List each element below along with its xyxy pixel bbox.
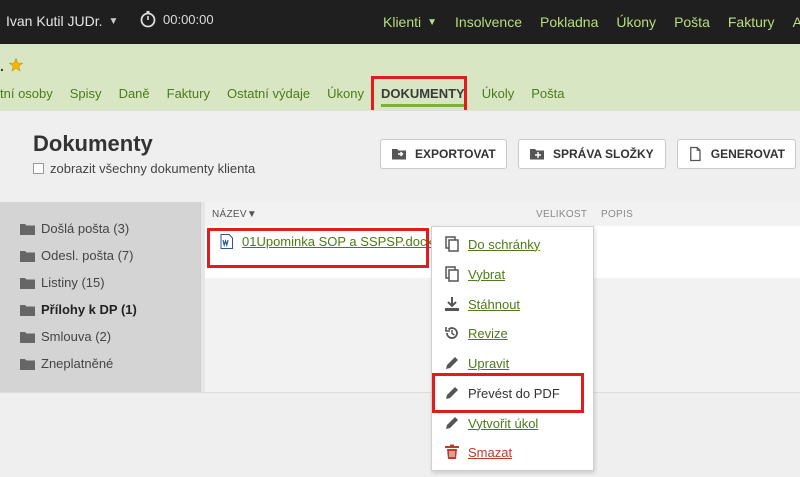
export-label: EXPORTOVAT bbox=[415, 147, 496, 161]
folder-icon bbox=[20, 250, 35, 262]
menu-label: Do schránky bbox=[468, 236, 541, 252]
copy-icon bbox=[445, 266, 459, 282]
menu-item-stahnout[interactable]: Stáhnout bbox=[444, 296, 520, 312]
folder-label: Smlouva (2) bbox=[41, 329, 112, 344]
menu-item-vytvorit-ukol[interactable]: Vytvořit úkol bbox=[444, 415, 538, 431]
folder-dosla-posta[interactable]: Došlá pošta (3) bbox=[20, 221, 129, 236]
generate-button[interactable]: GENEROVAT bbox=[677, 139, 796, 169]
folder-manage-label: SPRÁVA SLOŽKY bbox=[553, 147, 654, 161]
export-button[interactable]: EXPORTOVAT bbox=[380, 139, 507, 169]
generate-label: GENEROVAT bbox=[710, 147, 785, 161]
folder-icon bbox=[20, 304, 35, 316]
client-name: . bbox=[0, 58, 4, 74]
context-menu: Do schránky Vybrat Stáhnout Revize Uprav… bbox=[431, 226, 594, 471]
folder-zneplatnene[interactable]: Zneplatněné bbox=[20, 356, 113, 371]
nav-label: Klienti bbox=[383, 14, 422, 30]
client-tabs: tní osoby Spisy Daně Faktury Ostatní výd… bbox=[0, 86, 582, 107]
tab-posta[interactable]: Pošta bbox=[531, 86, 564, 101]
menu-item-upravit[interactable]: Upravit bbox=[444, 355, 509, 371]
folder-icon bbox=[20, 331, 35, 343]
menu-item-do-schranky[interactable]: Do schránky bbox=[444, 236, 540, 252]
page-title: Dokumenty bbox=[33, 131, 153, 156]
menu-item-revize[interactable]: Revize bbox=[444, 325, 508, 341]
nav-posta[interactable]: Pošta bbox=[674, 14, 710, 30]
timer[interactable]: 00:00:00 bbox=[139, 10, 214, 28]
pencil-icon bbox=[446, 417, 458, 429]
nav-insolvence[interactable]: Insolvence bbox=[455, 14, 522, 30]
tab-ukoly[interactable]: Úkoly bbox=[482, 86, 515, 101]
folder-icon bbox=[20, 358, 35, 370]
user-name: Ivan Kutil JUDr. bbox=[6, 13, 103, 29]
tab-ukony[interactable]: Úkony bbox=[327, 86, 364, 101]
folder-label: Listiny (15) bbox=[41, 275, 105, 290]
folder-icon bbox=[20, 223, 35, 235]
folder-label: Odesl. pošta (7) bbox=[41, 248, 134, 263]
folder-odesl-posta[interactable]: Odesl. pošta (7) bbox=[20, 248, 134, 263]
top-bar: Ivan Kutil JUDr. ▼ 00:00:00 Klienti ▼ Ins… bbox=[0, 0, 800, 44]
chevron-down-icon: ▼ bbox=[108, 15, 119, 27]
tab-spisy[interactable]: Spisy bbox=[70, 86, 102, 101]
menu-item-vybrat[interactable]: Vybrat bbox=[444, 266, 505, 282]
menu-label: Revize bbox=[468, 325, 508, 341]
folder-export-icon bbox=[392, 149, 406, 160]
folder-label: Přílohy k DP (1) bbox=[41, 302, 137, 317]
folder-listiny[interactable]: Listiny (15) bbox=[20, 275, 105, 290]
sort-down-icon: ▼ bbox=[246, 209, 258, 220]
user-menu[interactable]: Ivan Kutil JUDr. ▼ bbox=[6, 13, 118, 29]
menu-label: Upravit bbox=[468, 355, 510, 371]
tab-faktury[interactable]: Faktury bbox=[167, 86, 210, 101]
clipboard-icon bbox=[445, 236, 459, 252]
nav-faktury[interactable]: Faktury bbox=[728, 14, 775, 30]
checkbox[interactable] bbox=[33, 163, 44, 174]
star-icon[interactable] bbox=[9, 58, 23, 72]
folder-sidebar: Došlá pošta (3) Odesl. pošta (7) Listiny… bbox=[0, 202, 200, 392]
folder-label: Zneplatněné bbox=[41, 356, 114, 371]
column-header-name[interactable]: NÁZEV▼ bbox=[212, 209, 257, 220]
download-icon bbox=[445, 297, 459, 311]
nav-klienti[interactable]: Klienti ▼ bbox=[383, 14, 437, 30]
folder-manage-button[interactable]: SPRÁVA SLOŽKY bbox=[518, 139, 666, 169]
document-icon bbox=[690, 146, 701, 162]
show-all-checkbox[interactable]: zobrazit všechny dokumenty klienta bbox=[33, 161, 255, 176]
chevron-down-icon: ▼ bbox=[427, 16, 438, 28]
column-header-size[interactable]: VELIKOST bbox=[536, 209, 587, 220]
main-nav: Klienti ▼ Insolvence Pokladna Úkony Pošta… bbox=[383, 14, 800, 30]
bottom-area bbox=[0, 392, 800, 477]
tab-ostatni-vydaje[interactable]: Ostatní výdaje bbox=[227, 86, 310, 101]
column-label: NÁZEV bbox=[212, 209, 247, 220]
nav-ukony[interactable]: Úkony bbox=[616, 14, 656, 30]
folder-icon bbox=[20, 277, 35, 289]
history-icon bbox=[445, 327, 458, 339]
timer-value: 00:00:00 bbox=[163, 11, 214, 27]
trash-icon bbox=[445, 444, 459, 459]
show-all-label: zobrazit všechny dokumenty klienta bbox=[50, 161, 256, 176]
folder-settings-icon bbox=[530, 149, 544, 160]
stopwatch-icon bbox=[140, 11, 156, 28]
menu-label: Smazat bbox=[468, 444, 513, 460]
menu-label: Vybrat bbox=[468, 266, 506, 282]
menu-item-smazat[interactable]: Smazat bbox=[444, 444, 512, 460]
column-header-description[interactable]: POPIS bbox=[601, 209, 633, 220]
tab-osoby[interactable]: tní osoby bbox=[0, 86, 53, 101]
tab-dane[interactable]: Daně bbox=[119, 86, 150, 101]
folder-prilohy-k-dp[interactable]: Přílohy k DP (1) bbox=[20, 302, 137, 317]
menu-label: Stáhnout bbox=[468, 296, 521, 312]
nav-more[interactable]: A bbox=[793, 14, 800, 30]
nav-pokladna[interactable]: Pokladna bbox=[540, 14, 598, 30]
menu-label: Vytvořit úkol bbox=[468, 415, 539, 431]
highlight-box-file bbox=[207, 228, 429, 268]
pencil-icon bbox=[446, 357, 458, 369]
folder-label: Došlá pošta (3) bbox=[41, 221, 130, 236]
folder-smlouva[interactable]: Smlouva (2) bbox=[20, 329, 111, 344]
highlight-box-menu-item bbox=[432, 373, 584, 413]
